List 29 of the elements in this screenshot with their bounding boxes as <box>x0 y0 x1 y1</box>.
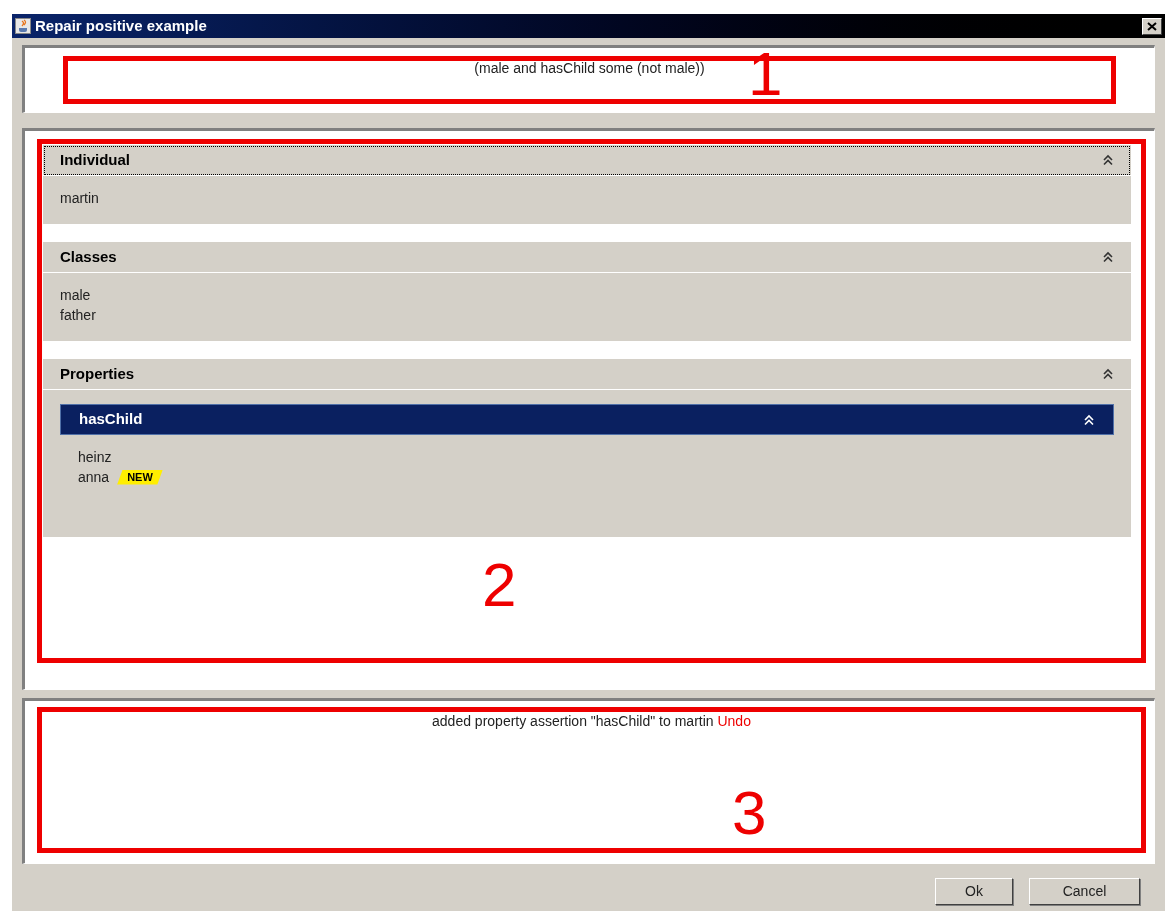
list-item: father <box>60 306 97 325</box>
undo-link[interactable]: Undo <box>717 713 751 729</box>
list-item: male <box>60 286 92 305</box>
collapse-icon[interactable] <box>1102 154 1114 166</box>
property-value: heinz <box>78 447 112 467</box>
list-item: martin <box>60 189 100 208</box>
cup-icon <box>15 18 31 34</box>
section-header[interactable]: Classes <box>43 242 1131 273</box>
dialog-button[interactable]: Ok <box>935 878 1013 905</box>
close-button[interactable] <box>1142 17 1162 35</box>
section-title: Individual <box>60 149 130 170</box>
section-title: Properties <box>60 363 135 384</box>
collapse-icon[interactable] <box>1102 251 1114 263</box>
annotation-number: 2 <box>482 554 517 616</box>
expression-text: (male and hasChild some (not male)) <box>474 59 705 78</box>
property-header[interactable]: hasChild <box>60 404 1114 435</box>
log-message: added property assertion "hasChild" to martin Undo <box>432 712 751 731</box>
section-title: Classes <box>60 246 117 267</box>
section-header[interactable]: Individual <box>43 145 1131 176</box>
dialog-button[interactable]: Cancel <box>1029 878 1140 905</box>
close-icon <box>1147 21 1157 31</box>
collapse-icon[interactable] <box>1083 413 1095 426</box>
collapse-icon[interactable] <box>1102 368 1114 380</box>
annotation-number: 3 <box>732 782 767 844</box>
property-title: hasChild <box>79 409 143 430</box>
property-value: anna <box>78 467 110 487</box>
section-header[interactable]: Properties <box>43 359 1131 390</box>
new-badge: NEW <box>117 469 163 485</box>
window-title: Repair positive example <box>35 15 207 36</box>
